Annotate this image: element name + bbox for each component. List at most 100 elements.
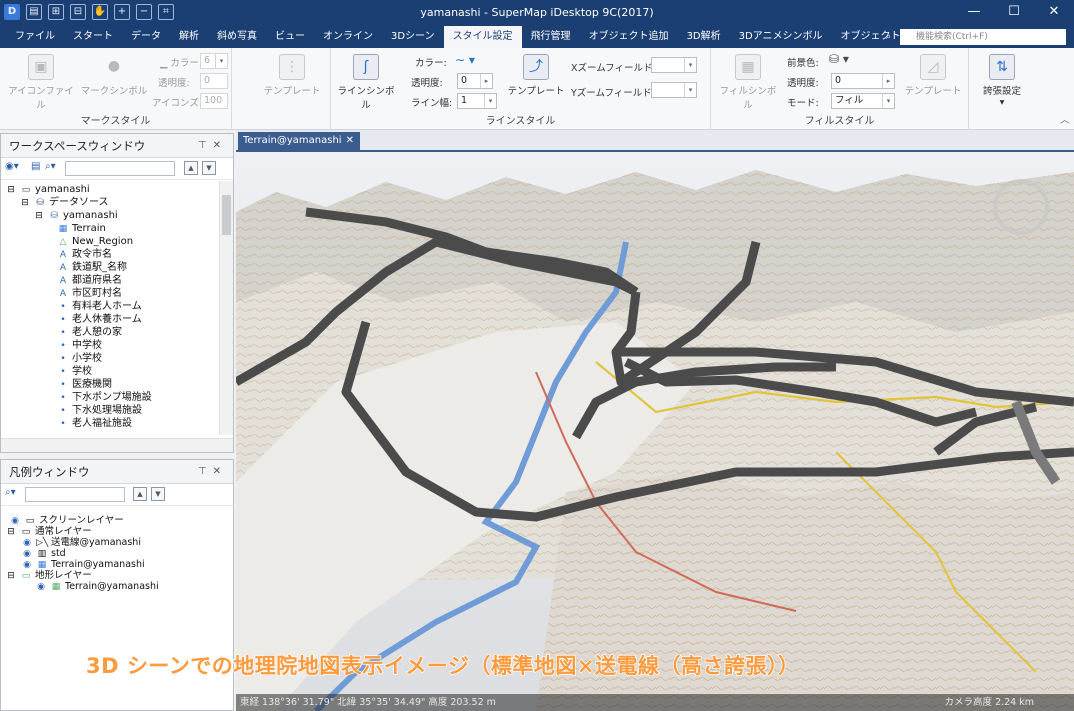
tree-item[interactable]: • 医療機関 <box>57 378 112 391</box>
workspace-panel-header: ワークスペースウィンドウ ⊤✕ <box>1 134 233 158</box>
y-zoom-field-select[interactable]: ▾ <box>651 82 697 98</box>
exaggeration-settings-button[interactable]: ⇅ 誇張設定 ▾ <box>976 54 1028 108</box>
tree-item[interactable]: A 鉄道駅_名称 <box>57 261 127 274</box>
tree-item[interactable]: △ New_Region <box>57 235 134 248</box>
scroll-up-icon[interactable]: ▲ <box>133 487 147 501</box>
tab-3d-scene[interactable]: 3Dシーン <box>382 26 444 48</box>
template-icon: ⤴ <box>523 54 549 80</box>
tree-item[interactable]: • 下水ポンプ場施設 <box>57 391 151 404</box>
marker-size-input[interactable]: 6 ▾ <box>200 53 228 69</box>
marker-template-button[interactable]: ⋮ テンプレート <box>262 54 322 97</box>
line-width-label: ライン幅: <box>411 98 453 109</box>
tree-item[interactable]: • 老人休養ホーム <box>57 313 141 326</box>
line-style-group: ʃ ラインシンボル カラー: ∼ ▾ 透明度: 0 ▸ ライン幅: 1 ▾ ⤴ テンプレ… <box>331 48 711 130</box>
ribbon-panel: ▣アイコンファイル ●マークシンボル ▁ カラー ▾ 6▾ 透明度: 0 アイコ… <box>0 48 1074 130</box>
tab-3d-analysis[interactable]: 3D解析 <box>678 26 730 48</box>
fill-template-button[interactable]: ◿ テンプレート <box>903 54 963 97</box>
x-zoom-dropdown-icon: ▾ <box>684 58 696 72</box>
workspace-horizontal-scrollbar[interactable] <box>1 438 233 452</box>
collapse-ribbon-icon[interactable]: ︿ <box>1060 112 1070 126</box>
tab-flight-management[interactable]: 飛行管理 <box>522 26 580 48</box>
tree-item[interactable]: A 都道府県名 <box>57 274 122 287</box>
coordinate-readout: 東経 138°36' 31.79" 北緯 35°35' 34.49" 高度 20… <box>240 697 496 708</box>
pin-icon[interactable]: ⊤ <box>198 140 213 151</box>
tree-item[interactable]: • 有料老人ホーム <box>57 300 141 313</box>
tree-item[interactable]: • 老人福祉施設 <box>57 417 132 430</box>
marker-color-icon: ▁ <box>160 58 171 69</box>
line-width-dropdown-icon: ▾ <box>484 94 496 108</box>
tab-style-settings[interactable]: スタイル設定 <box>443 26 522 48</box>
fill-opacity-input[interactable]: 0 ▸ <box>831 73 895 89</box>
line-symbol-button[interactable]: ʃ ラインシンボル <box>337 54 395 111</box>
minimize-button[interactable]: — <box>954 0 994 26</box>
close-icon[interactable]: ✕ <box>213 140 227 151</box>
tree-item[interactable]: • 小学校 <box>57 352 102 365</box>
tree-item[interactable]: ⊟ ▭ yamanashi <box>5 183 90 196</box>
line-template-button[interactable]: ⤴ テンプレート <box>507 54 565 97</box>
tree-item[interactable]: ▦ Terrain <box>57 222 106 235</box>
line-symbol-icon: ʃ <box>353 54 379 80</box>
marker-opacity-input[interactable]: 0 <box>200 73 228 89</box>
tree-item[interactable]: • 下水処理場施設 <box>57 404 142 417</box>
tab-oblique-photo[interactable]: 斜め写真 <box>208 26 266 48</box>
tab-start[interactable]: スタート <box>64 26 122 48</box>
scroll-down-icon[interactable]: ▼ <box>202 161 216 175</box>
layers-icon[interactable]: ◉▾ <box>5 161 19 176</box>
tab-3d-animation-symbol[interactable]: 3Dアニメシンボル <box>730 26 832 48</box>
line-width-input[interactable]: 1 ▾ <box>457 93 497 109</box>
line-opacity-input[interactable]: 0 ▸ <box>457 73 493 89</box>
x-zoom-field-select[interactable]: ▾ <box>651 57 697 73</box>
tab-file[interactable]: ファイル <box>6 26 64 48</box>
pin-icon[interactable]: ⊤ <box>198 466 213 477</box>
feature-search-input[interactable]: ⌕ 機能検索(Ctrl+F) <box>886 29 1066 45</box>
tab-analysis[interactable]: 解析 <box>170 26 208 48</box>
workspace-search-input[interactable] <box>65 161 175 176</box>
legend-search-input[interactable] <box>25 487 125 502</box>
tree-item[interactable]: • 学校 <box>57 365 92 378</box>
tree-item[interactable]: ⊟ ⛁ yamanashi <box>33 209 118 222</box>
tree-item[interactable]: A 政令市名 <box>57 248 112 261</box>
search-icon[interactable]: ⌕▾ <box>45 161 56 176</box>
icon-file-icon: ▣ <box>28 54 54 80</box>
close-icon[interactable]: ✕ <box>213 466 227 477</box>
marker-symbol-button[interactable]: ● マークシンボル <box>80 54 148 97</box>
tab-online[interactable]: オンライン <box>314 26 382 48</box>
marker-dot-icon: ● <box>107 58 121 74</box>
icon-zoom-input[interactable]: 100 <box>200 93 228 109</box>
line-color-picker[interactable]: ∼ ▾ <box>455 53 475 67</box>
tree-item[interactable]: • 老人憩の家 <box>57 326 122 339</box>
camera-altitude: カメラ高度 2.24 km <box>944 697 1034 708</box>
tab-view[interactable]: ビュー <box>266 26 314 48</box>
workspace-vertical-scrollbar[interactable] <box>219 181 233 435</box>
marker-size-dropdown-icon: ▾ <box>215 54 227 68</box>
legend-toolbar: ⌕▾ ▲ ▼ <box>1 484 233 506</box>
x-zoom-field-label: Xズームフィールド: <box>571 63 656 74</box>
ribbon-tab-bar: ファイル スタート データ 解析 斜め写真 ビュー オンライン 3Dシーン スタ… <box>0 26 1074 48</box>
tab-data[interactable]: データ <box>122 26 170 48</box>
maximize-button[interactable]: ☐ <box>994 0 1034 26</box>
fill-symbol-button[interactable]: ▦ フィルシンボル <box>717 54 779 111</box>
3d-scene-view[interactable] <box>236 152 1074 711</box>
fill-opacity-spin-icon: ▸ <box>882 74 894 88</box>
legend-item[interactable]: ◉ ▦ Terrain@yamanashi <box>35 580 159 593</box>
fill-mode-select[interactable]: フィル ▾ <box>831 93 895 109</box>
tree-item[interactable]: • 中学校 <box>57 339 102 352</box>
scroll-up-icon[interactable]: ▲ <box>184 161 198 175</box>
icon-file-button[interactable]: ▣ アイコンファイル <box>4 54 78 111</box>
scrollbar-thumb[interactable] <box>222 195 231 235</box>
tab-add-object[interactable]: オブジェクト追加 <box>580 26 678 48</box>
scroll-down-icon[interactable]: ▼ <box>151 487 165 501</box>
tree-item[interactable]: A 市区町村名 <box>57 287 122 300</box>
scene-caption: 3D シーンでの地理院地図表示イメージ（標準地図×送電線（高さ誇張）） <box>85 653 800 678</box>
close-button[interactable]: ✕ <box>1034 0 1074 26</box>
terrain-render <box>236 152 1074 711</box>
line-color-icon: ∼ <box>455 53 466 67</box>
close-tab-icon[interactable]: ✕ <box>346 132 354 150</box>
line-style-group-label: ラインスタイル <box>485 116 556 127</box>
document-tab-terrain[interactable]: Terrain@yamanashi ✕ <box>238 132 360 150</box>
fg-color-picker[interactable]: ⛁ ▾ <box>829 52 849 66</box>
search-icon[interactable]: ⌕▾ <box>5 487 16 502</box>
tree-item[interactable]: ⊟ ⛁ データソース <box>19 196 108 209</box>
marker-opacity-label: 透明度: <box>158 78 190 89</box>
workspace-open-icon[interactable]: ▤ <box>31 161 40 176</box>
